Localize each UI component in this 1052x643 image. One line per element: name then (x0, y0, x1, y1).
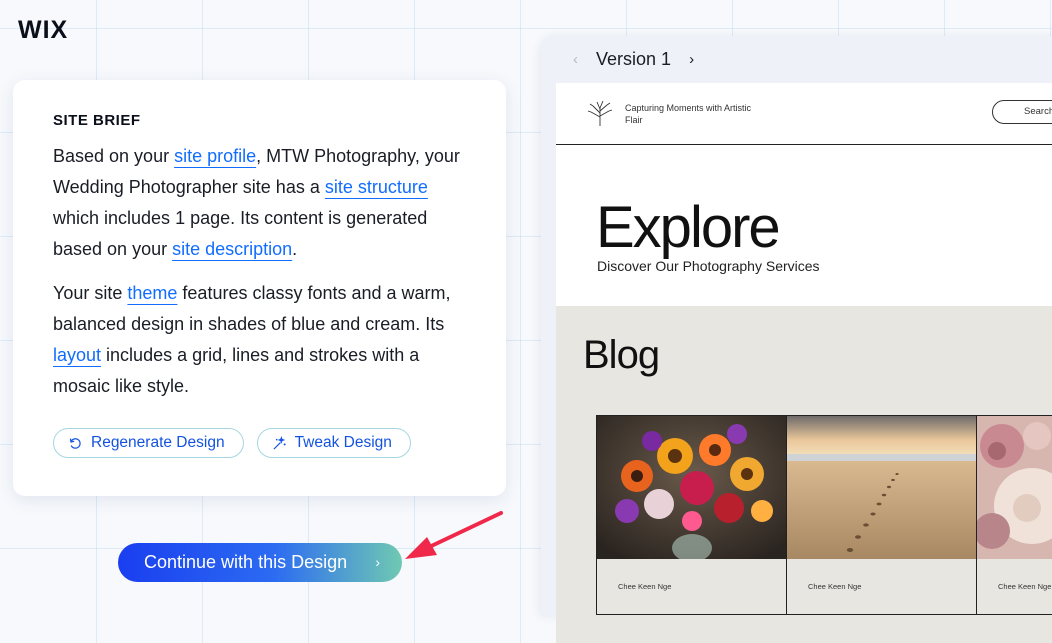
regenerate-design-button[interactable]: Regenerate Design (53, 428, 244, 458)
chevron-right-icon[interactable]: › (689, 51, 694, 68)
blog-gallery: Chee Keen Nge Chee Keen Nge Chee Keen Ng… (596, 415, 1052, 615)
layout-link[interactable]: layout (53, 345, 101, 365)
blog-title: Blog (583, 333, 660, 377)
pink-roses-image (977, 416, 1052, 559)
site-brief-title: SITE BRIEF (53, 112, 141, 129)
blog-section: Blog Chee Keen Nge Chee Keen Nge Chee Ke… (556, 306, 1052, 643)
regenerate-design-label: Regenerate Design (91, 434, 225, 451)
site-search-button[interactable]: Search (992, 100, 1052, 124)
post-author: Chee Keen Nge (618, 582, 672, 591)
beach-footprints-image (787, 416, 976, 559)
blog-post-card[interactable]: Chee Keen Nge (596, 415, 787, 615)
site-description-link[interactable]: site description (172, 239, 292, 259)
post-author: Chee Keen Nge (808, 582, 862, 591)
brief-actions: Regenerate Design Tweak Design (53, 428, 466, 458)
continue-label: Continue with this Design (144, 552, 348, 572)
site-profile-link[interactable]: site profile (174, 146, 256, 166)
annotation-arrow-icon (405, 511, 503, 559)
chevron-left-icon[interactable]: ‹ (573, 51, 578, 68)
blog-post-card[interactable]: Chee Keen Nge (976, 415, 1052, 615)
tree-icon (587, 100, 613, 126)
refresh-icon (69, 437, 81, 449)
site-tagline: Capturing Moments with Artistic Flair (625, 103, 752, 125)
tweak-design-label: Tweak Design (294, 434, 392, 451)
site-header: Capturing Moments with Artistic Flair Se… (556, 83, 1052, 145)
chevron-right-icon: › (375, 554, 380, 570)
version-switcher: ‹ Version 1 › (541, 36, 1052, 82)
hero-title: Explore (596, 195, 781, 260)
site-structure-link[interactable]: site structure (325, 177, 428, 197)
version-label: Version 1 (596, 48, 672, 69)
site-preview: Capturing Moments with Artistic Flair Se… (556, 83, 1052, 643)
brief-paragraph-1: Based on your site profile, MTW Photogra… (53, 146, 460, 259)
design-preview-panel: ‹ Version 1 › Capturing Moments with Art… (541, 36, 1052, 643)
brief-paragraph-2: Your site theme features classy fonts an… (53, 283, 451, 396)
theme-link[interactable]: theme (127, 283, 177, 303)
post-author: Chee Keen Nge (998, 582, 1052, 591)
blog-post-card[interactable]: Chee Keen Nge (786, 415, 977, 615)
magic-wand-icon (273, 435, 286, 450)
flower-bouquet-image (597, 416, 786, 559)
site-brief-card: SITE BRIEF Based on your site profile, M… (13, 80, 506, 496)
hero-subtitle: Discover Our Photography Services (597, 258, 820, 274)
continue-with-design-button[interactable]: Continue with this Design › (118, 543, 402, 582)
tweak-design-button[interactable]: Tweak Design (256, 428, 411, 458)
wix-logo[interactable]: WIX (18, 16, 68, 45)
